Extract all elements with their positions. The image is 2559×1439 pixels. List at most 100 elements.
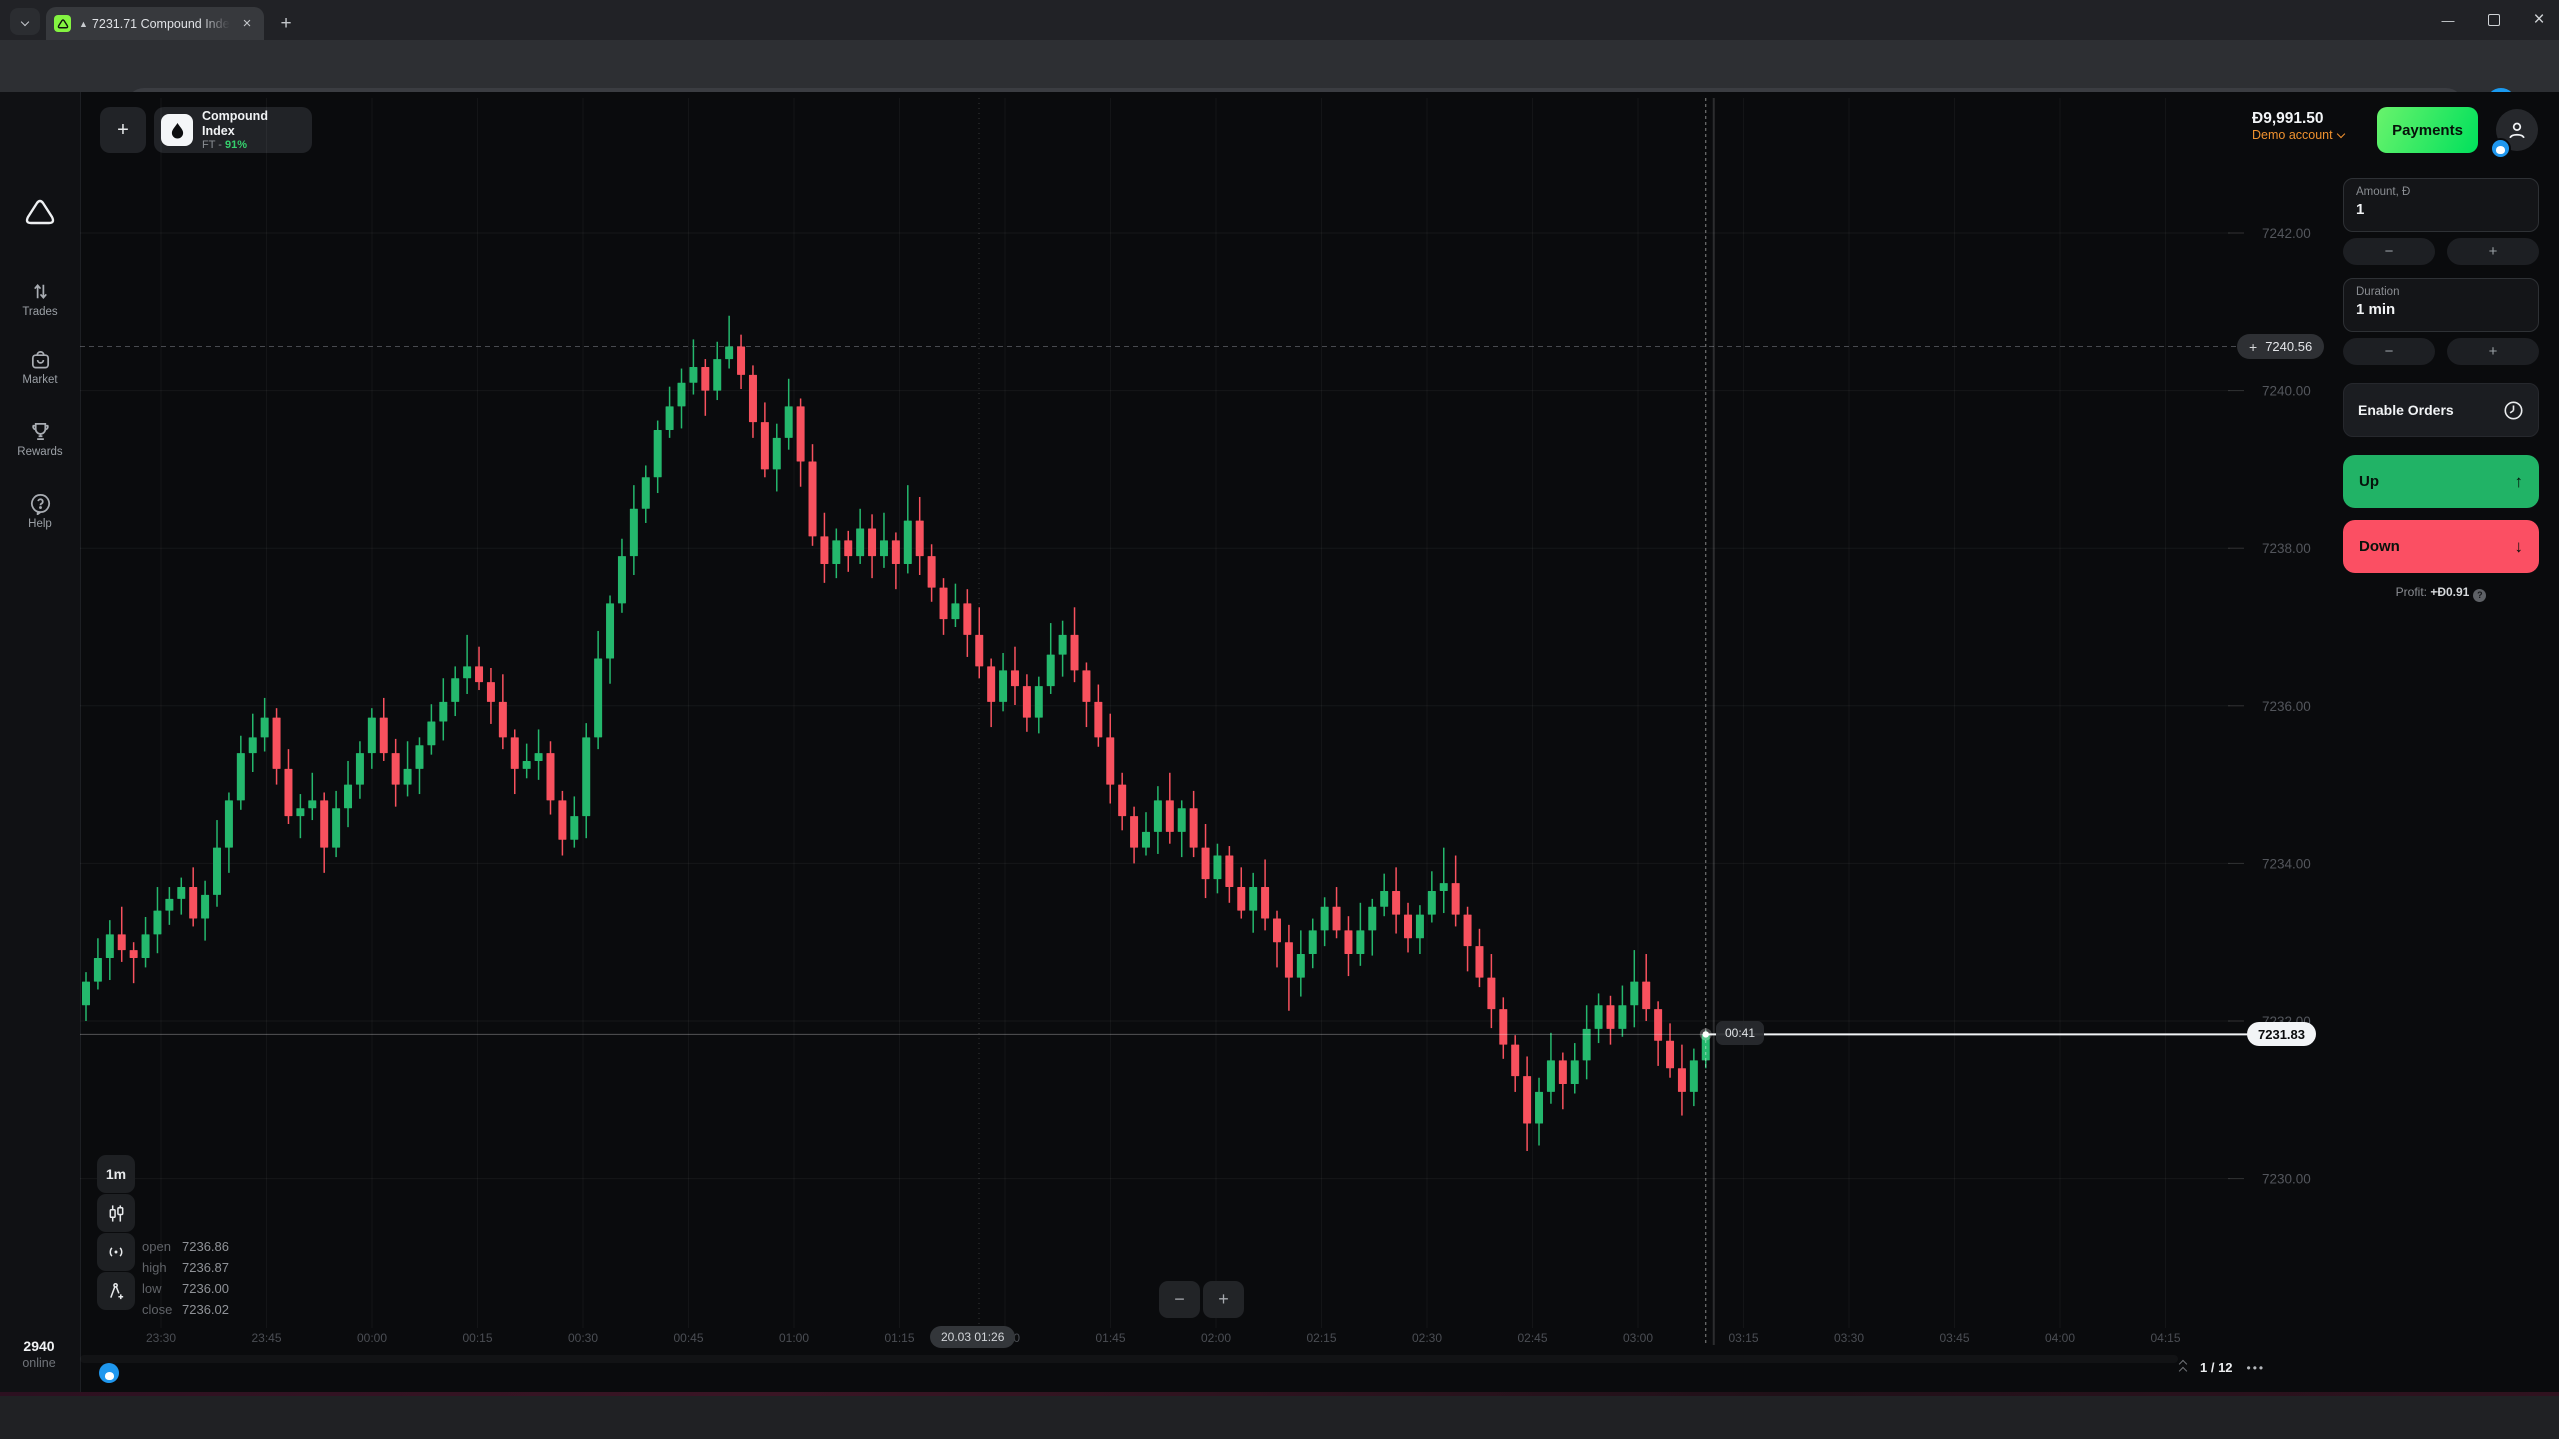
amount-decrease-button[interactable]: − (2343, 238, 2435, 265)
tab-search-button[interactable] (10, 8, 40, 35)
svg-text:04:15: 04:15 (2150, 1331, 2180, 1345)
page-indicator: 1 / 12 (2200, 1360, 2233, 1375)
svg-text:7242.00: 7242.00 (2262, 226, 2311, 241)
live-signals-button[interactable] (97, 1233, 135, 1271)
online-label: online (0, 1356, 78, 1370)
online-count: 2940 (0, 1338, 78, 1354)
svg-text:23:45: 23:45 (251, 1331, 281, 1345)
chart-scrollbar[interactable] (80, 1355, 2178, 1363)
svg-text:7234.00: 7234.00 (2262, 856, 2311, 871)
svg-text:7238.00: 7238.00 (2262, 541, 2311, 556)
window-maximize-button[interactable] (2474, 0, 2514, 40)
ohlc-legend: open7236.86 high7236.87 low7236.00 close… (142, 1236, 229, 1320)
alert-price-value: 7240.56 (2265, 339, 2312, 354)
svg-text:00:00: 00:00 (357, 1331, 387, 1345)
timeframe-button[interactable]: 1m (97, 1155, 135, 1193)
chevron-down-icon (21, 17, 29, 25)
amount-label: Amount, Đ (2356, 186, 2526, 198)
price-alert-badge[interactable]: + 7240.56 (2237, 334, 2324, 359)
svg-text:03:00: 03:00 (1623, 1331, 1653, 1345)
tab-close-icon[interactable]: × (238, 15, 256, 33)
svg-text:23:30: 23:30 (146, 1331, 176, 1345)
sidebar-item-label: Trades (22, 306, 57, 318)
duration-increase-button[interactable]: + (2447, 338, 2539, 365)
sidebar-item-rewards[interactable]: Rewards (0, 420, 80, 458)
compass-draw-icon (107, 1282, 126, 1301)
sidebar-item-label: Rewards (17, 446, 62, 458)
browser-tab[interactable]: ▲ 7231.71 Compound Index | Tr × (46, 7, 264, 40)
enable-orders-button[interactable]: Enable Orders (2343, 383, 2539, 437)
duration-decrease-button[interactable]: − (2343, 338, 2435, 365)
sidebar-item-label: Market (22, 374, 57, 386)
profit-value: +Đ0.91 (2430, 585, 2469, 599)
more-options-icon[interactable]: ••• (2247, 1361, 2266, 1375)
tab-title: 7231.71 Compound Index | Tr (92, 17, 230, 31)
amount-increase-button[interactable]: + (2447, 238, 2539, 265)
ohlc-row: high7236.87 (142, 1257, 229, 1278)
svg-text:03:15: 03:15 (1728, 1331, 1758, 1345)
market-bag-icon (29, 348, 52, 371)
down-label: Down (2359, 538, 2400, 555)
svg-text:00:15: 00:15 (462, 1331, 492, 1345)
svg-text:00:30: 00:30 (568, 1331, 598, 1345)
up-label: Up (2359, 473, 2379, 490)
trade-down-button[interactable]: Down ↓ (2343, 520, 2539, 573)
svg-text:01:45: 01:45 (1095, 1331, 1125, 1345)
duration-label: Duration (2356, 286, 2526, 298)
sidebar-item-label: Help (28, 518, 52, 530)
svg-text:7240.00: 7240.00 (2262, 384, 2311, 399)
olymptrade-logo-icon[interactable] (23, 196, 57, 231)
rewards-trophy-icon (29, 420, 52, 443)
sidebar-item-help[interactable]: Help (0, 492, 80, 530)
arrow-up-icon: ↑ (2515, 472, 2524, 492)
svg-text:01:15: 01:15 (884, 1331, 914, 1345)
candles-layer (82, 316, 1710, 1151)
candlestick-icon (107, 1204, 126, 1223)
amount-value[interactable]: 1 (2356, 201, 2526, 218)
sidebar-item-trades[interactable]: Trades (0, 280, 80, 318)
olymptrade-favicon-icon (54, 15, 71, 32)
clock-icon (2503, 400, 2524, 421)
svg-text:03:30: 03:30 (1834, 1331, 1864, 1345)
candlestick-chart[interactable]: 7242.007240.007238.007236.007234.007232.… (80, 90, 2559, 1352)
maximize-icon (2488, 14, 2500, 26)
svg-text:02:15: 02:15 (1306, 1331, 1336, 1345)
ohlc-row: open7236.86 (142, 1236, 229, 1257)
chart-type-button[interactable] (97, 1194, 135, 1232)
help-question-icon (29, 492, 52, 515)
svg-text:02:00: 02:00 (1201, 1331, 1231, 1345)
profit-info: Profit: +Đ0.91? (2343, 585, 2539, 602)
svg-text:04:00: 04:00 (2045, 1331, 2075, 1345)
browser-tabstrip: ▲ 7231.71 Compound Index | Tr × + — × (0, 0, 2559, 40)
expiry-countdown-badge: 00:41 (1716, 1021, 1764, 1045)
current-price-badge: 7231.83 (2247, 1022, 2316, 1046)
svg-text:7230.00: 7230.00 (2262, 1172, 2311, 1187)
profit-help-icon[interactable]: ? (2473, 589, 2486, 602)
assistant-chat-button[interactable] (99, 1363, 119, 1383)
new-tab-button[interactable]: + (272, 10, 300, 38)
drawing-tools-button[interactable] (97, 1272, 135, 1310)
svg-text:01:00: 01:00 (779, 1331, 809, 1345)
window-minimize-button[interactable]: — (2428, 0, 2468, 40)
ohlc-row: close7236.02 (142, 1299, 229, 1320)
svg-text:7236.00: 7236.00 (2262, 699, 2311, 714)
collapse-pages-icon[interactable] (2180, 1361, 2186, 1374)
trade-up-button[interactable]: Up ↑ (2343, 455, 2539, 508)
enable-orders-label: Enable Orders (2358, 402, 2454, 418)
windows-taskbar: 2 28°C Berawan Y Y A (0, 1396, 2559, 1439)
svg-text:02:30: 02:30 (1412, 1331, 1442, 1345)
crosshair-time-badge: 20.03 01:26 (930, 1326, 1015, 1348)
zoom-in-button[interactable]: + (1203, 1281, 1244, 1318)
browser-toolbar: ← → ↻ olymptrade.com/platform ☆ Y ⋮ (0, 40, 2559, 92)
duration-value[interactable]: 1 min (2356, 301, 2526, 318)
amount-input[interactable]: Amount, Đ 1 (2343, 178, 2539, 232)
plus-icon[interactable]: + (2249, 339, 2257, 355)
trades-arrows-icon (29, 280, 52, 303)
duration-input[interactable]: Duration 1 min (2343, 278, 2539, 332)
ohlc-row: low7236.00 (142, 1278, 229, 1299)
zoom-out-button[interactable]: − (1159, 1281, 1200, 1318)
sidebar-item-market[interactable]: Market (0, 348, 80, 386)
app-sidebar: Trades Market Rewards Help (0, 92, 81, 1392)
screen: ▲ 7231.71 Compound Index | Tr × + — × ← … (0, 0, 2559, 1439)
window-close-button[interactable]: × (2519, 0, 2559, 40)
